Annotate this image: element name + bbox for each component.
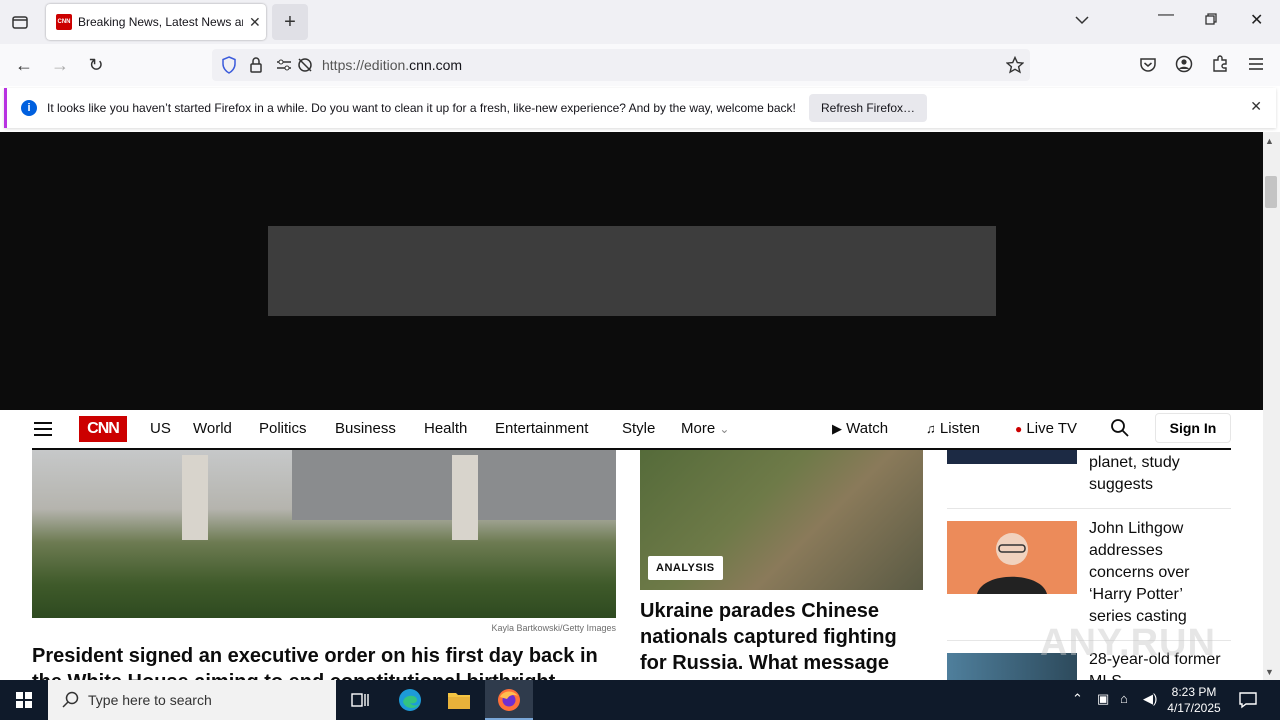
start-button[interactable]: [0, 680, 48, 720]
chevron-down-icon: ⌄: [719, 422, 730, 436]
headphones-icon: ♫: [926, 421, 936, 436]
listen-label: Listen: [939, 420, 980, 437]
play-circle-icon: ▶: [832, 421, 842, 436]
nav-more-label: More: [681, 420, 716, 437]
nav-link-us[interactable]: US: [150, 420, 171, 437]
permissions-icon[interactable]: [276, 57, 292, 78]
cnn-logo[interactable]: CNN: [79, 416, 127, 442]
watch-link[interactable]: ▶ Watch: [832, 420, 888, 437]
hamburger-menu-icon[interactable]: [34, 422, 52, 436]
bookmark-star-icon[interactable]: [1005, 55, 1025, 79]
extensions-icon[interactable]: [1211, 55, 1229, 78]
edge-browser-icon[interactable]: [397, 688, 423, 712]
listen-link[interactable]: ♫ Listen: [926, 420, 980, 437]
volume-icon[interactable]: ◀): [1143, 691, 1157, 707]
new-tab-button[interactable]: +: [272, 4, 308, 40]
tracking-protection-shield-icon[interactable]: [221, 56, 237, 79]
side-divider: [947, 508, 1231, 509]
restore-button[interactable]: [1204, 12, 1218, 31]
live-dot-icon: ●: [1015, 422, 1023, 436]
tab-overflow-chevron-icon[interactable]: [1074, 12, 1090, 33]
file-explorer-icon[interactable]: [446, 688, 472, 712]
main-story-headline[interactable]: President signed an executive order on h…: [32, 643, 616, 680]
reload-icon[interactable]: ↻: [85, 54, 107, 76]
side-story-thumbnail[interactable]: [947, 450, 1077, 464]
task-view-icon[interactable]: [347, 688, 373, 712]
clock-time: 8:23 PM: [1171, 685, 1217, 699]
scrollbar-thumb[interactable]: [1265, 176, 1277, 208]
side-story-headline[interactable]: John Lithgow addresses concerns over ‘Ha…: [1089, 518, 1229, 628]
tray-chevron-icon[interactable]: ⌃: [1072, 691, 1083, 707]
search-icon[interactable]: [1110, 418, 1130, 443]
side-story-headline[interactable]: planet, study suggests: [1089, 452, 1229, 496]
network-icon[interactable]: ▣: [1097, 691, 1109, 707]
search-placeholder: Type here to search: [88, 692, 212, 708]
account-icon[interactable]: [1175, 55, 1193, 78]
cnn-favicon-icon: CNN: [56, 14, 72, 30]
lock-icon[interactable]: [249, 56, 263, 79]
navigation-toolbar: ← → ↻ https://edition.cnn.com: [0, 44, 1280, 86]
ad-placeholder[interactable]: [268, 226, 996, 316]
live-tv-label: Live TV: [1026, 420, 1078, 437]
back-arrow-icon[interactable]: ←: [13, 54, 35, 76]
firefox-notification-bar: i It looks like you haven’t started Fire…: [4, 88, 1276, 128]
ad-banner-zone: [0, 132, 1263, 410]
search-icon: [62, 691, 80, 712]
windows-logo-icon: [16, 692, 32, 708]
nav-link-entertainment[interactable]: Entertainment: [495, 420, 588, 437]
url-bar[interactable]: https://edition.cnn.com: [212, 49, 1030, 81]
notification-message: It looks like you haven’t started Firefo…: [47, 101, 796, 115]
close-window-button[interactable]: ✕: [1250, 10, 1263, 30]
nav-link-health[interactable]: Health: [424, 420, 467, 437]
nav-link-more[interactable]: More ⌄: [681, 420, 729, 437]
watch-label: Watch: [846, 420, 889, 437]
tab-cnn[interactable]: CNN Breaking News, Latest News and Video…: [46, 4, 266, 40]
taskbar-search-input[interactable]: Type here to search: [48, 680, 336, 720]
live-tv-link[interactable]: ● Live TV: [1015, 420, 1077, 437]
tab-list-icon[interactable]: [10, 12, 30, 32]
nav-link-world[interactable]: World: [193, 420, 232, 437]
refresh-firefox-button[interactable]: Refresh Firefox…: [809, 94, 928, 122]
firefox-taskbar-button[interactable]: [485, 680, 533, 720]
clock-date: 4/17/2025: [1167, 701, 1221, 715]
firefox-icon: [497, 688, 521, 717]
analysis-badge: ANALYSIS: [648, 556, 723, 580]
windows-taskbar: Type here to search ⌃ ▣ ⌂ ◀) 8:23 PM 4/1…: [0, 680, 1280, 720]
sign-in-button[interactable]: Sign In: [1155, 413, 1231, 443]
forward-arrow-icon[interactable]: →: [49, 54, 71, 76]
notifications-icon[interactable]: [1238, 690, 1258, 715]
pocket-icon[interactable]: [1139, 56, 1157, 79]
web-page: CNN US World Politics Business Health En…: [0, 132, 1263, 680]
nav-link-business[interactable]: Business: [335, 420, 396, 437]
camera-blocked-icon[interactable]: [297, 57, 313, 78]
url-text[interactable]: https://edition.cnn.com: [322, 57, 462, 73]
scroll-down-icon[interactable]: ▼: [1265, 667, 1274, 677]
notification-close-icon[interactable]: ✕: [1250, 98, 1262, 115]
nav-link-politics[interactable]: Politics: [259, 420, 307, 437]
app-menu-icon[interactable]: [1248, 57, 1264, 76]
anyrun-watermark: ANY.RUN: [1040, 622, 1216, 664]
side-story-thumbnail[interactable]: [947, 521, 1077, 594]
tab-title: Breaking News, Latest News and Videos | …: [78, 15, 243, 29]
taskbar-clock[interactable]: 8:23 PM 4/17/2025: [1162, 684, 1226, 716]
page-scrollbar[interactable]: [1263, 132, 1280, 680]
nav-link-style[interactable]: Style: [622, 420, 655, 437]
tab-bar: CNN Breaking News, Latest News and Video…: [0, 0, 1280, 44]
main-story-image[interactable]: [32, 450, 616, 618]
ethernet-icon[interactable]: ⌂: [1120, 691, 1128, 706]
second-story-headline[interactable]: Ukraine parades Chinese nationals captur…: [640, 598, 923, 676]
tab-close-icon[interactable]: ✕: [249, 14, 261, 31]
image-credit: Kayla Bartkowski/Getty Images: [491, 623, 616, 633]
info-icon: i: [21, 100, 37, 116]
minimize-button[interactable]: —: [1158, 6, 1174, 24]
scroll-up-icon[interactable]: ▲: [1265, 136, 1274, 146]
